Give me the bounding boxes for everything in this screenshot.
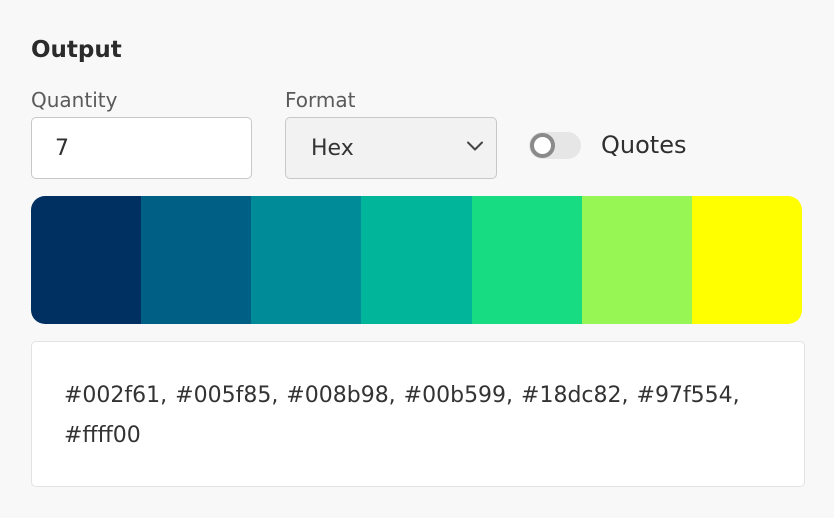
quotes-toggle[interactable] bbox=[529, 131, 581, 159]
color-swatch[interactable] bbox=[251, 196, 362, 324]
color-swatch[interactable] bbox=[691, 196, 802, 324]
quotes-label: Quotes bbox=[601, 131, 687, 159]
color-codes-output[interactable]: #002f61, #005f85, #008b98, #00b599, #18d… bbox=[64, 376, 764, 456]
color-palette bbox=[31, 196, 802, 324]
format-label: Format bbox=[285, 88, 356, 112]
color-swatch[interactable] bbox=[361, 196, 472, 324]
output-text-box[interactable]: #002f61, #005f85, #008b98, #00b599, #18d… bbox=[31, 341, 805, 487]
format-select[interactable]: Hex bbox=[285, 117, 497, 179]
color-swatch[interactable] bbox=[141, 196, 252, 324]
quantity-label: Quantity bbox=[31, 88, 118, 112]
quantity-input[interactable] bbox=[31, 117, 252, 179]
toggle-knob bbox=[530, 132, 555, 158]
color-swatch[interactable] bbox=[471, 196, 582, 324]
color-swatch[interactable] bbox=[31, 196, 142, 324]
chevron-down-icon bbox=[467, 141, 483, 151]
output-section-title: Output bbox=[31, 37, 122, 63]
color-swatch[interactable] bbox=[581, 196, 692, 324]
quotes-toggle-group: Quotes bbox=[529, 130, 686, 160]
format-selected-value: Hex bbox=[311, 135, 354, 161]
